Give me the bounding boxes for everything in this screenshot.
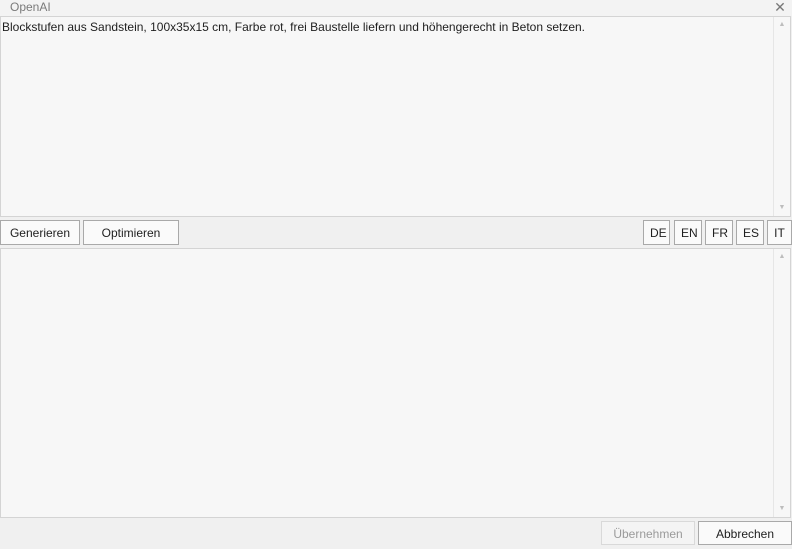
language-button-es[interactable]: ES — [736, 220, 764, 245]
title-bar: OpenAI ✕ — [0, 0, 792, 16]
language-button-de[interactable]: DE — [643, 220, 670, 245]
language-button-en[interactable]: EN — [674, 220, 702, 245]
language-button-it[interactable]: IT — [767, 220, 792, 245]
scroll-down-icon[interactable]: ▼ — [774, 200, 790, 216]
cancel-button[interactable]: Abbrechen — [698, 521, 792, 545]
prompt-scrollbar[interactable]: ▲ ▼ — [773, 17, 790, 216]
optimize-button[interactable]: Optimieren — [83, 220, 179, 245]
scroll-down-icon[interactable]: ▼ — [774, 501, 790, 517]
close-icon[interactable]: ✕ — [772, 0, 788, 15]
scroll-up-icon[interactable]: ▲ — [774, 249, 790, 265]
dialog-footer: Übernehmen Abbrechen — [0, 518, 792, 549]
generate-button[interactable]: Generieren — [0, 220, 80, 245]
prompt-text[interactable]: Blockstufen aus Sandstein, 100x35x15 cm,… — [2, 20, 772, 34]
scroll-up-icon[interactable]: ▲ — [774, 17, 790, 33]
action-toolbar: Generieren Optimieren DE EN FR ES IT — [0, 217, 792, 248]
apply-button[interactable]: Übernehmen — [601, 521, 695, 545]
language-button-fr[interactable]: FR — [705, 220, 733, 245]
prompt-input[interactable]: Blockstufen aus Sandstein, 100x35x15 cm,… — [0, 16, 791, 217]
result-scrollbar[interactable]: ▲ ▼ — [773, 249, 790, 517]
result-output[interactable]: ▲ ▼ — [0, 248, 791, 518]
window-title: OpenAI — [10, 0, 51, 14]
